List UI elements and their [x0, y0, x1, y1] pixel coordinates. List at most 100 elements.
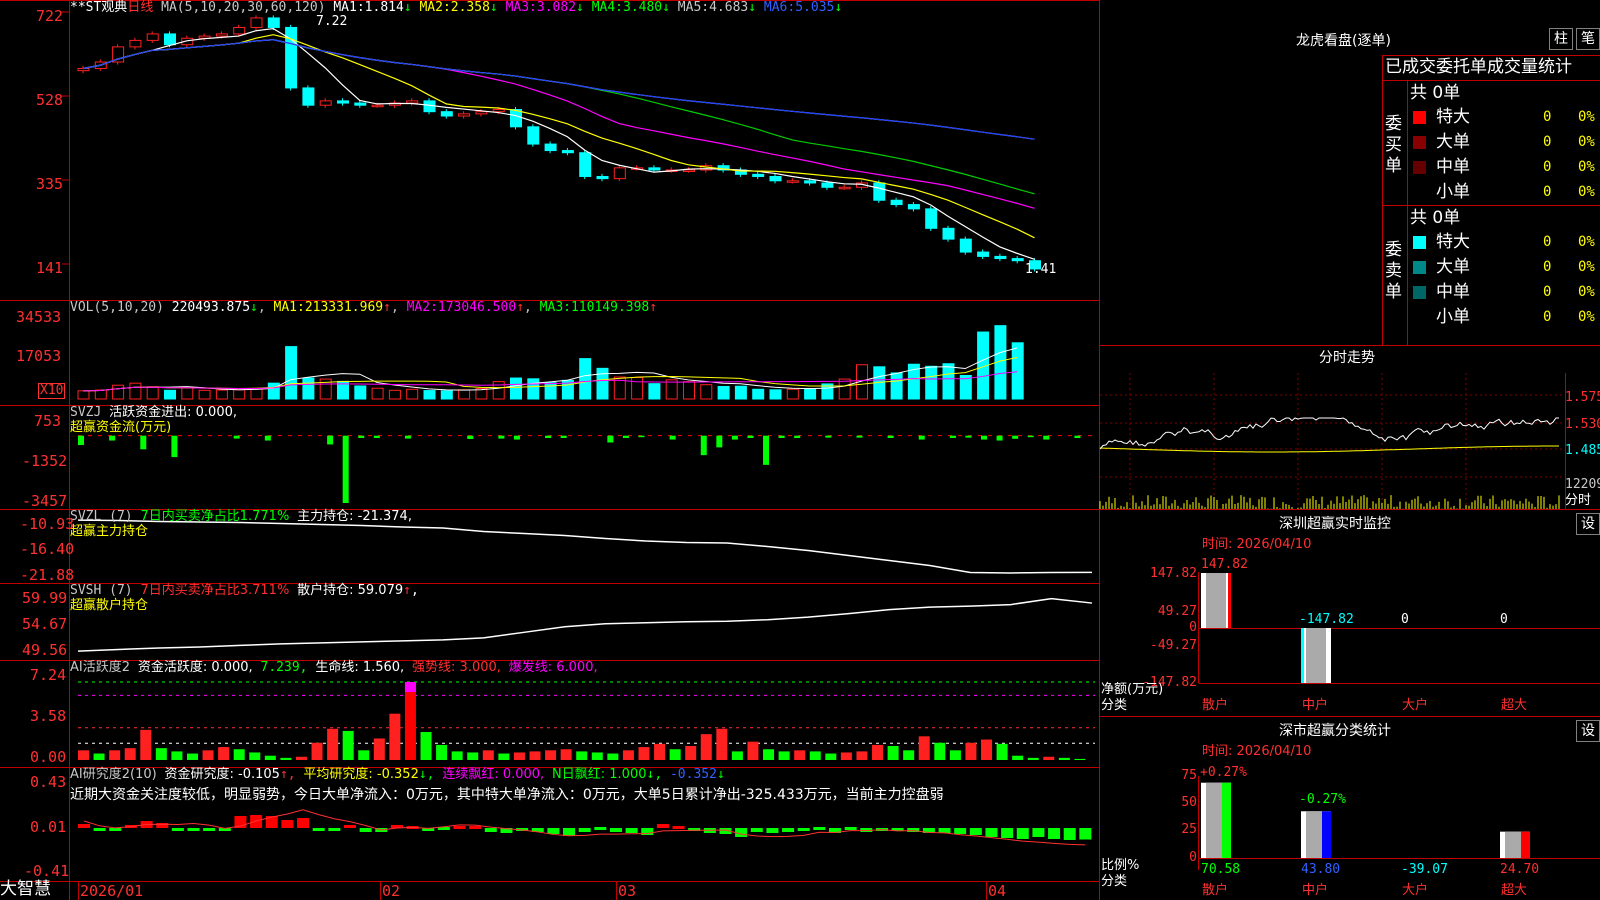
ai-active-bar: [996, 743, 1008, 760]
svzj-bar: [560, 435, 567, 439]
ai-active-bar: [280, 757, 292, 760]
classify-bar-0: [1201, 782, 1231, 858]
ai-active-bar: [342, 730, 354, 760]
candle-body: [890, 199, 903, 206]
volume-bar: [544, 382, 557, 400]
volume-bar: [786, 388, 799, 400]
monitor-bar-edge: [1301, 628, 1304, 683]
period-label[interactable]: 日线: [127, 0, 153, 15]
candle-body: [873, 182, 886, 201]
ai-active-bar: [965, 742, 977, 760]
lhb-row-name: 特大: [1436, 232, 1470, 252]
monitor-category-label: 中户: [1302, 698, 1329, 713]
stock-name[interactable]: **ST观典: [70, 0, 127, 15]
svsh-ytick-0: 59.99: [22, 589, 68, 607]
lhb-row-count: 0: [1543, 184, 1552, 200]
ai-research-bar: [563, 828, 576, 836]
svzj-bar: [856, 435, 863, 438]
high-price-label: 7.22: [316, 14, 348, 29]
bar-mode-button[interactable]: 柱: [1549, 28, 1573, 50]
ai-active-ytick-0: 7.24: [30, 666, 67, 684]
ai-research-label: AI研究度2(10): [70, 767, 157, 782]
candle-body: [544, 143, 557, 152]
ai-active-bar: [560, 749, 572, 760]
svzj-bar: [996, 435, 1003, 441]
monitor-settings-button[interactable]: 设: [1576, 513, 1600, 535]
svzj-bar: [622, 435, 629, 439]
sell-total: 共 0单: [1410, 208, 1461, 228]
svzj-bar: [327, 435, 334, 445]
classify-ytick: 25: [1181, 822, 1197, 837]
svzj-bar: [887, 435, 894, 439]
ai-active-bar: [1058, 757, 1070, 760]
logo[interactable]: 大智慧: [0, 881, 51, 898]
volume-bar: [77, 390, 90, 400]
ai-active-bar: [1027, 757, 1039, 760]
svzj-bar: [109, 435, 116, 441]
volume-bar: [215, 389, 228, 400]
ai-active-peak: [404, 682, 416, 693]
tick-mode-button[interactable]: 笔: [1576, 28, 1600, 50]
intraday-ptick-0: 1.575: [1565, 390, 1600, 405]
svsh-label: SVSH (7): [70, 583, 133, 598]
svsh-text2: 散户持仓: 59.079: [297, 583, 404, 598]
volume-bar: [717, 385, 730, 400]
ma-line-1: [82, 27, 1035, 260]
volume-bar: [267, 382, 280, 400]
price-ytick-1: 528: [36, 91, 64, 109]
volume-bar: [285, 346, 298, 400]
svzj-bar: [233, 435, 240, 439]
ai-active-bar: [93, 753, 105, 760]
ai-active-bar: [763, 749, 775, 760]
ai-active-bar: [981, 739, 993, 760]
ai-active-ytick-2: 0.00: [30, 748, 67, 766]
ma5-arrow: ↓: [748, 0, 757, 15]
vol-ma1-label: MA1:: [273, 300, 305, 315]
ai-active-t2: 7.239,: [260, 660, 308, 675]
ai-active-ytick-1: 3.58: [30, 707, 67, 725]
lhb-header: 已成交委托单成交量统计: [1385, 57, 1572, 77]
ai-active-bar: [233, 749, 245, 760]
classify-settings-button[interactable]: 设: [1576, 720, 1600, 742]
candle-body: [942, 227, 955, 240]
ai-research-ytick-1: 0.01: [30, 818, 67, 836]
ai-research-comment: 近期大资金关注度较低，明显弱势，今日大单净流入：0万元，其中特大单净流入：0万元…: [70, 787, 944, 803]
intraday-price-line: [1099, 417, 1559, 450]
svzj-sub: 超赢资金流(万元): [70, 420, 172, 435]
ai-active-bar: [747, 741, 759, 760]
ma2-value: 2.358: [450, 0, 490, 15]
monitor-bar-shade: [1206, 573, 1226, 628]
vol-ma3-label: MA3:: [539, 300, 571, 315]
classify-value-label: 70.58: [1201, 862, 1241, 877]
candle-body: [475, 111, 488, 115]
lhb-row-pct: 0%: [1578, 309, 1595, 325]
ai-active-bar: [591, 752, 603, 760]
vol-ma2-label: MA2:: [406, 300, 438, 315]
volume-bar: [250, 388, 263, 400]
xaxis-label-0: 2026/01: [80, 882, 144, 900]
candle-body: [527, 126, 540, 145]
ai-research-bar: [1032, 828, 1045, 837]
vol-ma2-arrow: ↑: [516, 300, 525, 315]
ai-active-bar: [140, 729, 152, 760]
ai-research-bar: [93, 828, 106, 831]
ai-research-bar: [469, 826, 482, 829]
ai-active-bar: [202, 750, 214, 760]
chart-canvas[interactable]: [0, 0, 1600, 900]
svzj-bar: [78, 435, 84, 446]
ai-research-bar: [766, 828, 779, 833]
classify-title: 深市超赢分类统计: [1279, 723, 1391, 739]
svzl-label: SVZL (7): [70, 509, 133, 524]
svzj-bar: [513, 435, 520, 440]
lhb-row-count: 0: [1543, 259, 1552, 275]
ai-research-bar: [281, 820, 294, 828]
ai-research-bar: [312, 828, 325, 831]
svzj-bar: [545, 435, 552, 439]
ai-active-bar: [186, 753, 198, 760]
ai-active-bar: [358, 750, 370, 760]
svzj-bar: [965, 435, 972, 438]
lhb-row-pct: 0%: [1578, 259, 1595, 275]
intraday-ptick-1: 1.530: [1565, 417, 1600, 432]
monitor-category-label: 超大: [1501, 698, 1528, 713]
volume-panel: [77, 325, 1024, 400]
